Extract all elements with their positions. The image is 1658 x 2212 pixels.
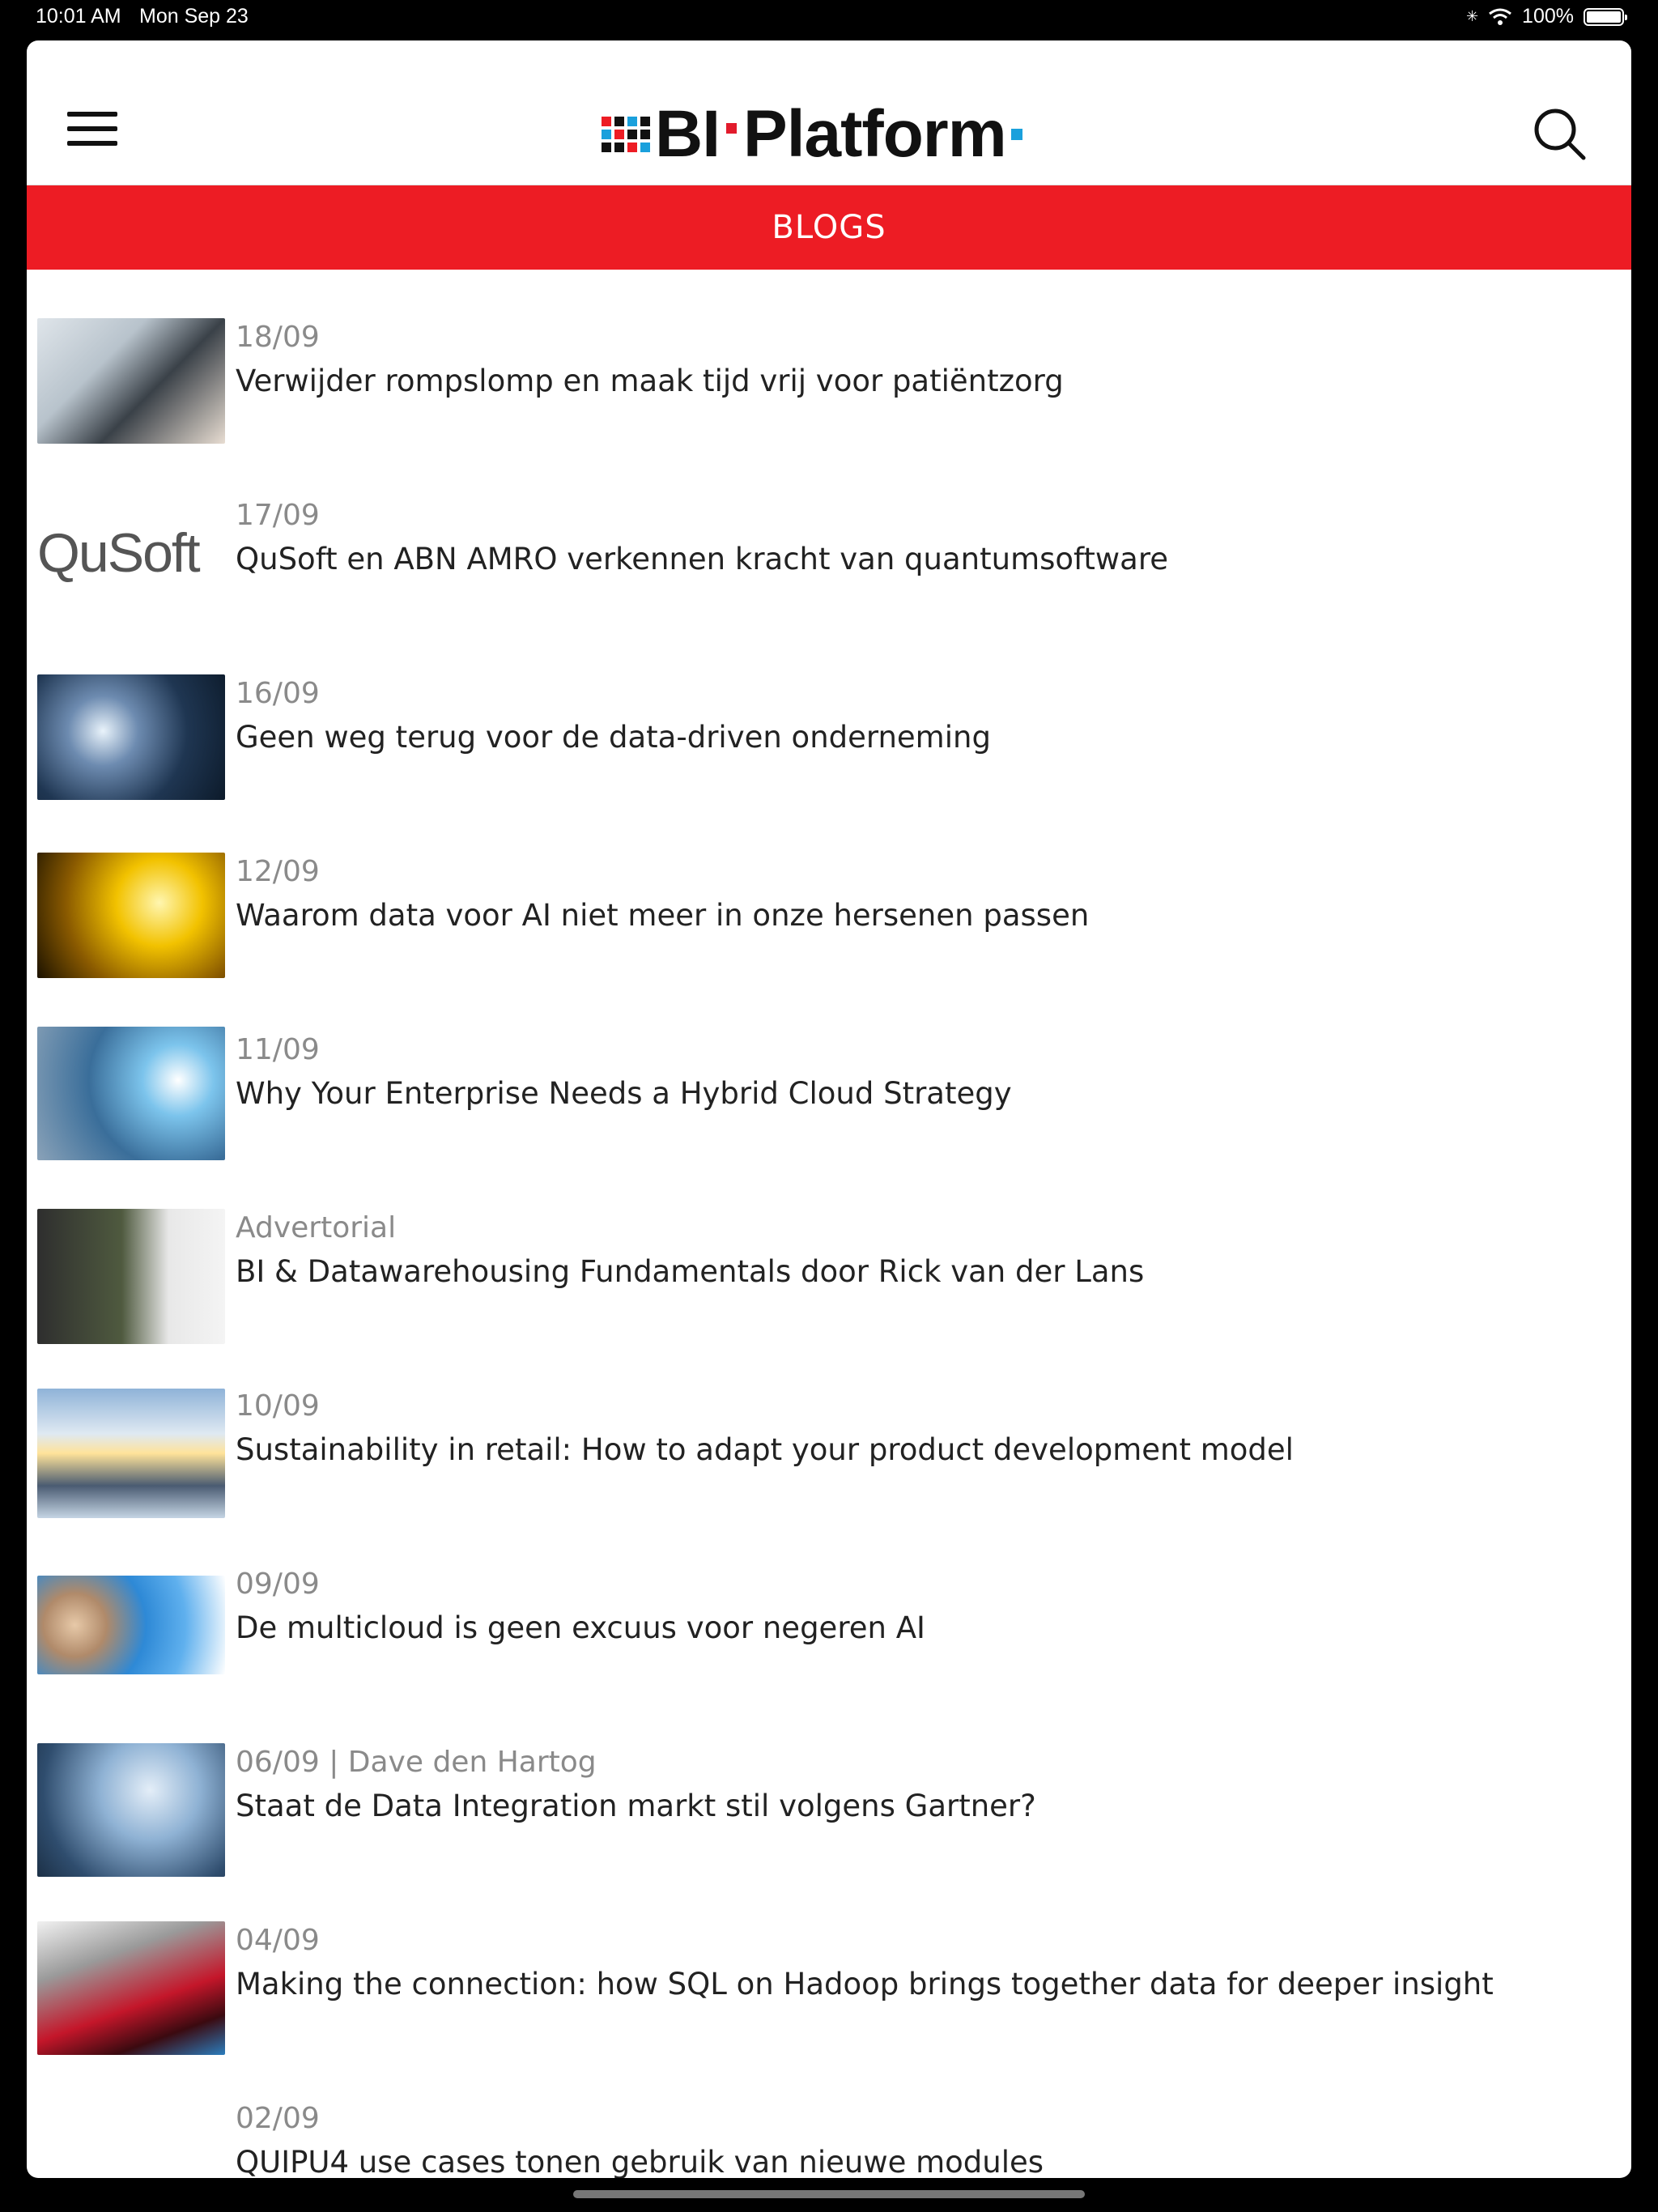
article-thumbnail bbox=[37, 1743, 225, 1877]
article-item[interactable]: 18/09 Verwijder rompslomp en maak tijd v… bbox=[27, 270, 1631, 448]
battery-percent: 100% bbox=[1522, 5, 1574, 28]
article-title[interactable]: De multicloud is geen excuus voor negere… bbox=[236, 1610, 925, 1645]
article-item[interactable]: 11/09 Why Your Enterprise Needs a Hybrid… bbox=[27, 982, 1631, 1160]
logo-dot bbox=[1010, 129, 1022, 140]
article-date: 04/09 bbox=[236, 1924, 320, 1957]
article-thumbnail bbox=[37, 1576, 225, 1674]
article-item[interactable]: 16/09 Geen weg terug voor de data-driven… bbox=[27, 626, 1631, 804]
article-item[interactable]: 02/09 QUIPU4 use cases tonen gebruik van… bbox=[27, 2051, 1631, 2178]
logo-grid-icon bbox=[602, 117, 650, 152]
battery-icon bbox=[1584, 7, 1627, 26]
app-window: BI Platform BLOGS 18/09 Verwijder rompsl… bbox=[27, 40, 1631, 2178]
article-date: 10/09 bbox=[236, 1389, 320, 1423]
article-date: 18/09 bbox=[236, 321, 320, 354]
article-date: 11/09 bbox=[236, 1033, 320, 1066]
article-title[interactable]: Staat de Data Integration markt stil vol… bbox=[236, 1789, 1036, 1823]
article-date: 16/09 bbox=[236, 677, 320, 710]
article-item[interactable]: 12/09 Waarom data voor AI niet meer in o… bbox=[27, 804, 1631, 982]
search-icon[interactable] bbox=[1533, 107, 1586, 160]
logo-text-bi: BI bbox=[655, 97, 721, 171]
status-date: Mon Sep 23 bbox=[139, 5, 249, 28]
article-item[interactable]: 10/09 Sustainability in retail: How to a… bbox=[27, 1338, 1631, 1518]
article-title[interactable]: QuSoft en ABN AMRO verkennen kracht van … bbox=[236, 542, 1168, 576]
article-thumbnail bbox=[37, 1921, 225, 2055]
article-thumbnail bbox=[37, 674, 225, 800]
article-date: 09/09 bbox=[236, 1568, 320, 1601]
wifi-icon bbox=[1489, 8, 1511, 25]
article-item[interactable]: QuSoft 17/09 QuSoft en ABN AMRO verkenne… bbox=[27, 448, 1631, 634]
article-title[interactable]: Waarom data voor AI niet meer in onze he… bbox=[236, 898, 1089, 933]
article-title[interactable]: Geen weg terug voor de data-driven onder… bbox=[236, 720, 991, 755]
article-title[interactable]: QUIPU4 use cases tonen gebruik van nieuw… bbox=[236, 2145, 1044, 2178]
article-title[interactable]: Sustainability in retail: How to adapt y… bbox=[236, 1432, 1294, 1467]
article-thumbnail bbox=[37, 1027, 225, 1160]
article-date: 02/09 bbox=[236, 2102, 320, 2135]
status-indicators: ✳ 100% bbox=[1465, 5, 1627, 28]
article-thumbnail bbox=[37, 318, 225, 444]
article-date: 12/09 bbox=[236, 855, 320, 888]
article-title[interactable]: BI & Datawarehousing Fundamentals door R… bbox=[236, 1254, 1144, 1289]
category-label: BLOGS bbox=[772, 209, 886, 246]
article-item[interactable]: 04/09 Making the connection: how SQL on … bbox=[27, 1873, 1631, 2055]
status-time: 10:01 AM bbox=[36, 5, 121, 28]
status-bar: 10:01 AM Mon Sep 23 ✳ 100% bbox=[0, 0, 1658, 39]
article-title[interactable]: Making the connection: how SQL on Hadoop… bbox=[236, 1967, 1494, 2001]
hamburger-menu-icon[interactable] bbox=[67, 112, 117, 152]
article-thumbnail bbox=[37, 1389, 225, 1518]
article-thumbnail: QuSoft bbox=[37, 472, 225, 634]
activity-spinner-icon: ✳ bbox=[1465, 8, 1479, 24]
article-item[interactable]: Advertorial BI & Datawarehousing Fundame… bbox=[27, 1160, 1631, 1344]
article-date-author: 06/09 | Dave den Hartog bbox=[236, 1746, 597, 1779]
home-indicator[interactable] bbox=[573, 2190, 1085, 2198]
article-date: 17/09 bbox=[236, 499, 320, 532]
article-thumbnail bbox=[37, 1209, 225, 1344]
logo-text-platform: Platform bbox=[743, 97, 1007, 171]
article-item[interactable]: 09/09 De multicloud is geen excuus voor … bbox=[27, 1516, 1631, 1695]
article-label: Advertorial bbox=[236, 1211, 397, 1244]
qusoft-logo: QuSoft bbox=[37, 522, 201, 584]
article-title[interactable]: Why Your Enterprise Needs a Hybrid Cloud… bbox=[236, 1076, 1012, 1111]
app-header: BI Platform bbox=[27, 40, 1631, 185]
article-item[interactable]: 06/09 | Dave den Hartog Staat de Data In… bbox=[27, 1695, 1631, 1877]
category-bar[interactable]: BLOGS bbox=[27, 185, 1631, 270]
site-logo[interactable]: BI Platform bbox=[602, 101, 1022, 168]
article-thumbnail bbox=[37, 853, 225, 978]
article-title[interactable]: Verwijder rompslomp en maak tijd vrij vo… bbox=[236, 364, 1064, 398]
logo-separator bbox=[726, 122, 737, 134]
